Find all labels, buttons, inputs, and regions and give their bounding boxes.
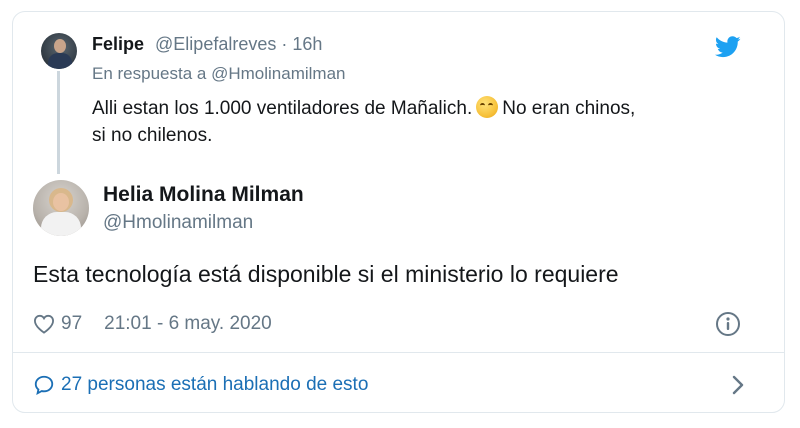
rolling-laughing-emoji-icon bbox=[476, 96, 499, 118]
conversation-text: 27 personas están hablando de esto bbox=[61, 374, 369, 395]
reply-mention-link[interactable]: @Hmolinamilman bbox=[211, 64, 345, 83]
conversation-link[interactable]: 27 personas están hablando de esto bbox=[33, 372, 368, 398]
reply-header: Felipe @Elipefalreves · 16h bbox=[92, 34, 322, 55]
speech-bubble-icon bbox=[34, 375, 54, 396]
footer-divider bbox=[12, 352, 785, 353]
twitter-bird-icon[interactable] bbox=[715, 36, 741, 58]
reply-handle-time[interactable]: @Elipefalreves · 16h bbox=[155, 34, 322, 54]
author-name[interactable]: Helia Molina Milman bbox=[103, 183, 304, 207]
reply-text-part1: Alli estan los 1.000 ventiladores de Mañ… bbox=[92, 98, 473, 119]
author-handle[interactable]: @Hmolinamilman bbox=[103, 212, 253, 234]
in-reply-to: En respuesta a @Hmolinamilman bbox=[92, 64, 346, 84]
tweet-meta-row: 97 21:01 - 6 may. 2020 bbox=[33, 311, 272, 337]
reply-author-name[interactable]: Felipe bbox=[92, 34, 144, 54]
info-icon[interactable] bbox=[715, 311, 741, 337]
like-count[interactable]: 97 bbox=[61, 313, 82, 335]
reply-text: Alli estan los 1.000 ventiladores de Mañ… bbox=[92, 95, 732, 149]
felipe-avatar[interactable] bbox=[41, 33, 77, 69]
heart-icon[interactable] bbox=[33, 314, 55, 334]
tweet-timestamp[interactable]: 21:01 - 6 may. 2020 bbox=[104, 313, 272, 335]
helia-molina-avatar[interactable] bbox=[33, 180, 89, 236]
thread-connector-line bbox=[57, 71, 60, 174]
reply-text-line2: si no chilenos. bbox=[92, 125, 213, 146]
chevron-right-icon[interactable] bbox=[730, 374, 746, 396]
tweet-text: Esta tecnología está disponible si el mi… bbox=[33, 261, 619, 287]
reply-prefix: En respuesta a bbox=[92, 64, 207, 83]
reply-text-part2: No eran chinos, bbox=[502, 98, 636, 119]
